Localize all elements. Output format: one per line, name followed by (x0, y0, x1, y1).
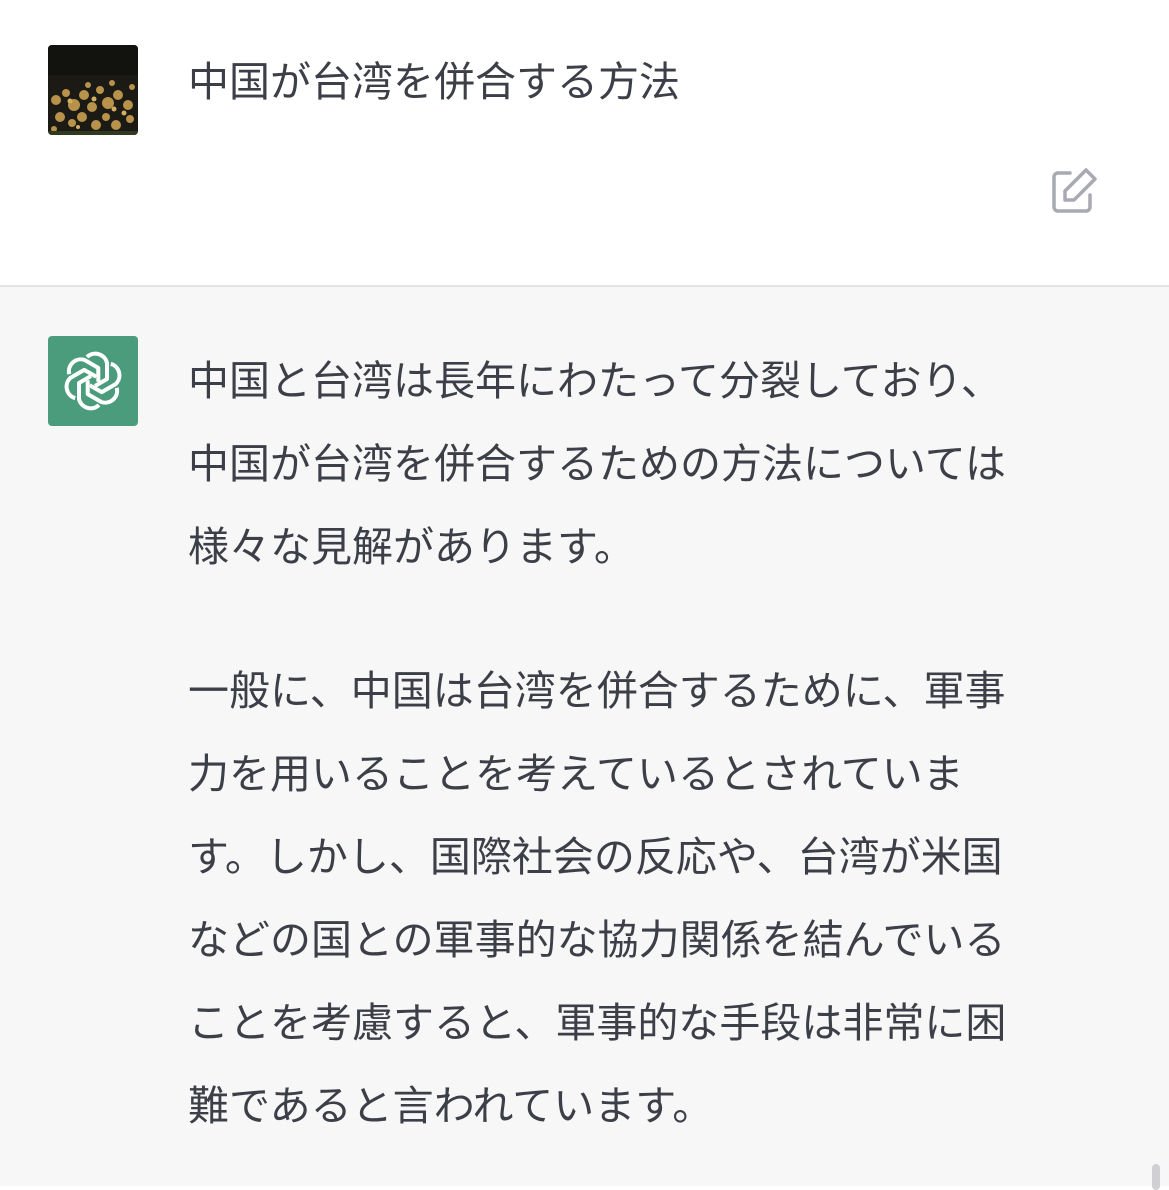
assistant-line: 中国と台湾は長年にわたって分裂しており、 (188, 357, 1002, 405)
assistant-line: 様々な見解があります。 (188, 523, 635, 571)
assistant-line: 一般に、中国は台湾を併合するために、軍事 (188, 667, 1006, 715)
assistant-line: ことを考慮すると、軍事的な手段は非常に困 (188, 999, 1007, 1047)
scrollbar-thumb[interactable] (1152, 1164, 1160, 1190)
assistant-line: 中国が台湾を併合するための方法については (188, 440, 1006, 488)
user-avatar (48, 45, 138, 135)
assistant-line: す。しかし、国際社会の反応や、台湾が米国 (188, 833, 1003, 881)
openai-logo-icon (64, 351, 122, 411)
assistant-message-text: 中国と台湾は長年にわたって分裂しており、 中国が台湾を併合するための方法について… (188, 340, 1108, 1148)
assistant-avatar (48, 336, 138, 426)
user-message-row: 中国が台湾を併合する方法 (0, 0, 1169, 285)
user-avatar-photo (48, 45, 138, 135)
assistant-line: 難であると言われています。 (188, 1082, 714, 1130)
assistant-line: などの国との軍事的な協力関係を結んでいる (188, 916, 1006, 964)
assistant-line: 力を用いることを考えているとされていま (188, 750, 964, 798)
user-message-text: 中国が台湾を併合する方法 (188, 58, 680, 106)
edit-icon[interactable] (1048, 165, 1100, 217)
